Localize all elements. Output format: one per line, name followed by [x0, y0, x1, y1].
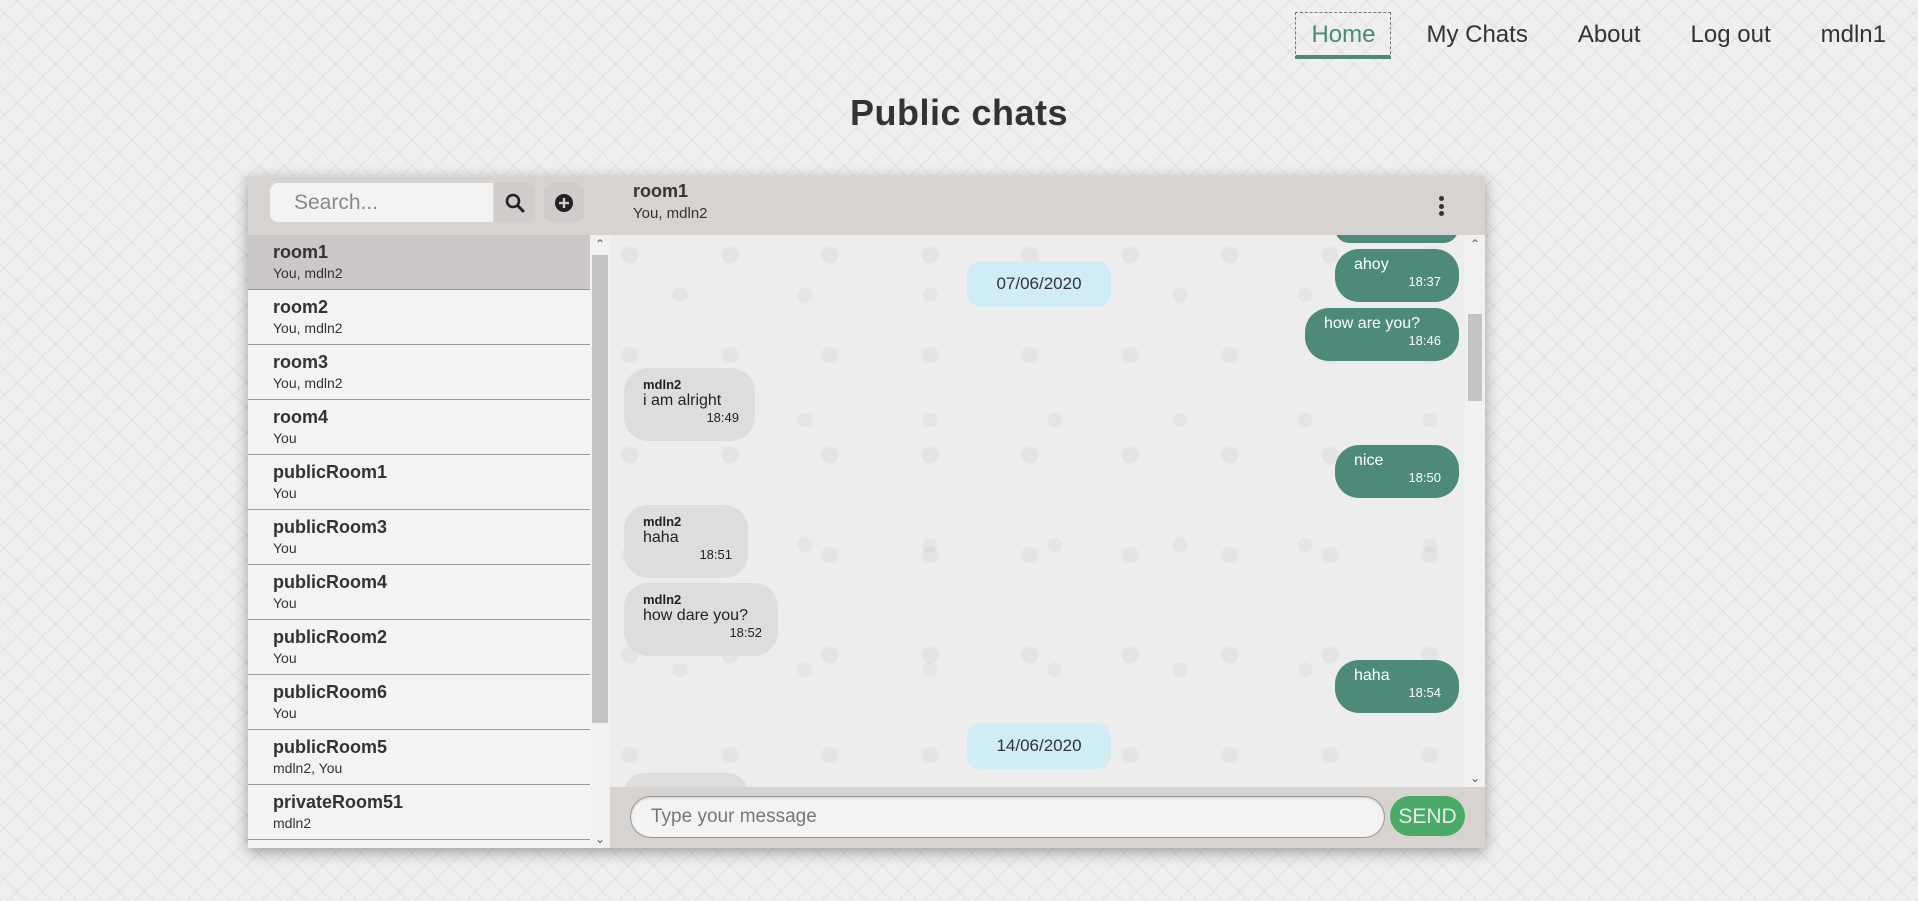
message-bubble-incoming: mdln2 how dare you? 18:52 — [624, 583, 778, 656]
scroll-up-icon[interactable]: ⌃ — [590, 237, 610, 251]
message-bubble-partial — [624, 773, 748, 787]
message-time: 18:46 — [1408, 333, 1441, 348]
date-separator: 14/06/2020 — [967, 723, 1111, 769]
room-list-item[interactable]: publicRoom3 You — [248, 510, 590, 565]
scrollbar-thumb[interactable] — [1468, 314, 1482, 401]
room-name: room4 — [273, 407, 329, 427]
plus-circle-icon — [555, 193, 573, 212]
room-members: You — [273, 650, 297, 666]
message-time: 18:37 — [1408, 274, 1441, 289]
room-name: publicRoom2 — [273, 627, 388, 647]
room-list-item[interactable]: publicRoom5 mdln2, You — [248, 730, 590, 785]
message-text: i am alright — [643, 392, 722, 409]
message-input[interactable] — [630, 796, 1385, 838]
room-members: mdln2 — [273, 815, 312, 831]
chat-room-members: You, mdln2 — [633, 205, 708, 222]
message-composer: SEND — [610, 787, 1485, 848]
nav-home[interactable]: Home — [1295, 11, 1392, 59]
message-text: nice — [1354, 452, 1384, 469]
top-nav: Home My Chats About Log out mdln1 — [1295, 0, 1918, 66]
message-time: 18:51 — [699, 547, 732, 562]
room-name: room3 — [273, 352, 329, 372]
scrollbar-thumb[interactable] — [592, 255, 608, 723]
room-list-item[interactable]: privateRoom51 mdln2 — [248, 785, 590, 840]
nav-logout[interactable]: Log out — [1666, 12, 1796, 58]
chat-header: room1 You, mdln2 — [610, 176, 1485, 235]
kebab-menu-icon[interactable] — [1439, 196, 1445, 216]
room-members: You — [273, 705, 297, 721]
room-list-scrollbar[interactable]: ⌃ ⌄ — [590, 235, 610, 848]
message-time: 18:50 — [1408, 470, 1441, 485]
room-list-item[interactable]: room3 You, mdln2 — [248, 345, 590, 400]
room-name: room2 — [273, 297, 329, 317]
room-members: You — [273, 430, 297, 446]
room-list-item[interactable]: room1 You, mdln2 — [248, 235, 590, 290]
room-list-item[interactable]: room2 You, mdln2 — [248, 290, 590, 345]
message-bubble-outgoing: nice 18:50 — [1335, 445, 1459, 498]
scroll-up-icon[interactable]: ⌃ — [1465, 237, 1485, 251]
message-author: mdln2 — [643, 592, 682, 607]
room-members: mdln2, You — [273, 760, 343, 776]
date-separator: 07/06/2020 — [967, 261, 1111, 307]
message-time: 18:49 — [706, 410, 739, 425]
message-time: 18:52 — [729, 625, 762, 640]
room-list: room1 You, mdln2 room2 You, mdln2 room3 … — [248, 235, 590, 848]
message-area: 07/06/2020 ahoy 18:37 how are you? 18:46… — [610, 235, 1465, 787]
nav-my-chats[interactable]: My Chats — [1401, 12, 1552, 58]
search-input[interactable] — [270, 183, 493, 222]
chat-window: room1 You, mdln2 room2 You, mdln2 room3 … — [248, 176, 1485, 848]
room-list-item[interactable]: room4 You — [248, 400, 590, 455]
message-text: haha — [643, 529, 679, 546]
message-text: how dare you? — [643, 607, 748, 624]
nav-username[interactable]: mdln1 — [1796, 12, 1918, 58]
message-bubble-incoming: mdln2 haha 18:51 — [624, 505, 748, 578]
room-name: privateRoom51 — [273, 792, 404, 812]
sidebar-header — [248, 176, 590, 235]
message-text: haha — [1354, 667, 1390, 684]
message-author: mdln2 — [643, 377, 682, 392]
page-title: Public chats — [849, 92, 1069, 133]
message-time: 18:54 — [1408, 685, 1441, 700]
room-name: publicRoom4 — [273, 572, 388, 592]
message-bubble-outgoing: haha 18:54 — [1335, 660, 1459, 713]
scroll-down-icon[interactable]: ⌄ — [590, 832, 610, 846]
message-text: how are you? — [1324, 315, 1421, 332]
room-name: publicRoom6 — [273, 682, 388, 702]
send-button[interactable]: SEND — [1390, 796, 1465, 836]
search-button[interactable] — [495, 183, 535, 222]
room-list-item[interactable]: publicRoom4 You — [248, 565, 590, 620]
room-name: room1 — [273, 242, 329, 262]
room-members: You — [273, 540, 297, 556]
scroll-down-icon[interactable]: ⌄ — [1465, 771, 1485, 785]
room-name: publicRoom3 — [273, 517, 388, 537]
message-text: ahoy — [1354, 256, 1389, 273]
add-room-button[interactable] — [544, 183, 584, 222]
message-bubble-outgoing: how are you? 18:46 — [1305, 308, 1459, 361]
search-icon — [505, 193, 525, 212]
room-name: publicRoom5 — [273, 737, 388, 757]
chat-room-title: room1 — [633, 181, 689, 201]
room-members: You — [273, 485, 297, 501]
room-name: publicRoom1 — [273, 462, 388, 482]
message-author: mdln2 — [643, 514, 682, 529]
room-members: You, mdln2 — [273, 265, 343, 281]
message-scrollbar[interactable]: ⌃ ⌄ — [1465, 235, 1485, 787]
room-members: You, mdln2 — [273, 375, 343, 391]
room-members: You, mdln2 — [273, 320, 343, 336]
room-members: You — [273, 595, 297, 611]
message-bubble-partial — [1335, 235, 1458, 243]
nav-about[interactable]: About — [1553, 12, 1666, 58]
message-bubble-incoming: mdln2 i am alright 18:49 — [624, 368, 755, 441]
message-bubble-outgoing: ahoy 18:37 — [1335, 249, 1459, 302]
room-list-item[interactable]: publicRoom1 You — [248, 455, 590, 510]
room-list-item[interactable]: publicRoom6 You — [248, 675, 590, 730]
room-list-item[interactable]: publicRoom2 You — [248, 620, 590, 675]
